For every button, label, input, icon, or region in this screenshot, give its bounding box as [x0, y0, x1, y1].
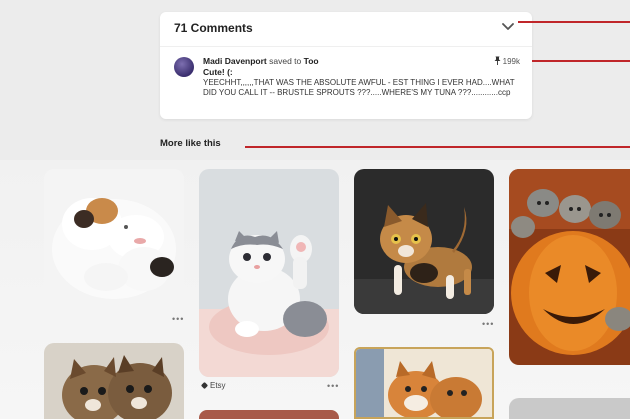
avatar[interactable] [174, 57, 194, 77]
comment-title: Cute! (: [203, 67, 233, 77]
pin-more-button[interactable]: ••• [327, 381, 339, 391]
pin-source[interactable]: Etsy [200, 381, 226, 390]
more-like-this-heading: More like this [160, 138, 221, 149]
pin-more-button[interactable]: ••• [482, 319, 494, 329]
tag-icon [200, 381, 209, 390]
pin-count: 199k [494, 56, 520, 67]
board-name[interactable]: Too [304, 56, 319, 66]
annotation-line [245, 146, 630, 148]
chevron-down-icon[interactable] [500, 21, 516, 33]
pin-source-label: Etsy [210, 381, 226, 390]
pin-kitten-waving[interactable] [199, 169, 339, 377]
pin-kittens-pair[interactable] [44, 343, 184, 419]
comment-text: YEECHHT,,,,,,THAT WAS THE ABSOLUTE AWFUL… [203, 78, 515, 97]
pin-kitten-framed[interactable] [354, 347, 494, 419]
user-name[interactable]: Madi Davenport [203, 56, 267, 66]
pin-more-button[interactable]: ••• [172, 314, 184, 324]
comments-card: 71 Comments Madi Davenport saved to Too … [160, 12, 532, 119]
pin-partial[interactable] [509, 398, 630, 419]
saved-to-text: saved to [269, 56, 302, 66]
comments-count: 71 Comments [174, 21, 253, 35]
pin-kitten-tabby[interactable] [354, 169, 494, 314]
annotation-line [532, 60, 630, 62]
pin-icon [494, 56, 501, 67]
pin-partial[interactable] [199, 410, 339, 419]
pin-count-value: 199k [502, 57, 520, 66]
saved-line: Madi Davenport saved to Too [203, 56, 319, 66]
pin-kittens-pumpkin[interactable] [509, 169, 630, 365]
pin-kitten-sleeping[interactable] [44, 169, 184, 308]
divider [160, 46, 532, 47]
annotation-line [518, 21, 630, 23]
